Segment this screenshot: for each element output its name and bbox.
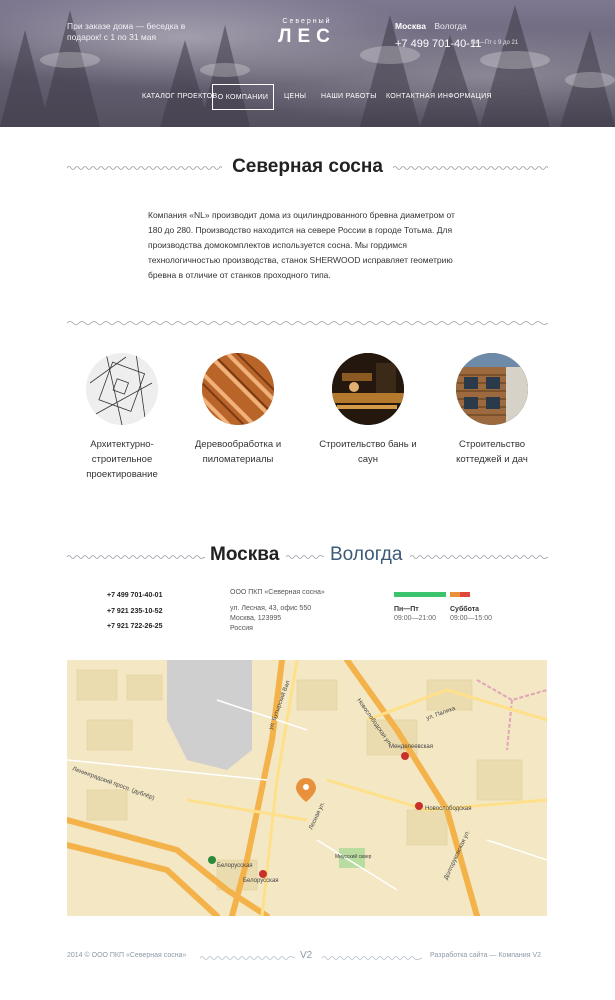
nav-item-prices[interactable]: Цены [284,84,306,110]
service-label: Строительство коттеджей и дач [456,439,528,465]
schedule-bar-mixed [450,592,492,597]
map-canvas[interactable]: Менделеевская Новослободская Белорусская… [67,660,547,916]
schedule-time: 09:00—21:00 [394,615,437,622]
page-title: Северная сосна [232,156,383,177]
service-woodworking[interactable]: Деревообработка и пиломатериалы [183,353,293,467]
header-hours: Пн—Пт с 9 до 21 [471,40,519,46]
main-nav: Каталог проектов О компании Цены Наши ра… [0,84,615,110]
tab-moscow[interactable]: Москва [210,544,279,566]
city-vologda-link[interactable]: Вологда [434,21,466,31]
nav-item-works[interactable]: Наши работы [321,84,377,110]
wavy-divider [393,166,548,170]
nav-item-catalog[interactable]: Каталог проектов [142,84,217,110]
schedule-day: Пн—Пт [394,606,419,613]
logo-top-text: Северный [282,18,332,25]
header-phone[interactable]: +7 499 701-40-11 [395,38,481,50]
office-map[interactable]: Менделеевская Новослободская Белорусская… [67,660,547,916]
phone-link[interactable]: +7 921 722-26-25 [107,619,162,635]
service-cottage[interactable]: Строительство коттеджей и дач [437,353,547,467]
office-phones: +7 499 701-40-01 +7 921 235-10-52 +7 921… [107,588,162,635]
schedule-day: Суббота [450,606,480,613]
tab-vologda[interactable]: Вологда [330,544,402,566]
lumber-image [202,353,274,425]
nav-item-contacts[interactable]: Контактная информация [386,84,492,110]
map-label-mendeleevskaya: Менделеевская [389,744,433,750]
wavy-divider [322,956,422,960]
wavy-divider [67,321,548,325]
wavy-divider [67,555,205,559]
header-banner: При заказе дома — беседка в подарок! с 1… [0,0,615,127]
service-design[interactable]: Архитектурно-строительное проектирование [67,353,177,482]
promo-text: При заказе дома — беседка в подарок! с 1… [67,21,186,42]
schedule-saturday: Суббота 09:00—15:00 [450,592,492,622]
schedule-bar-green [394,592,446,597]
address-line: Россия [230,625,253,632]
blueprint-image [86,353,158,425]
wavy-divider [200,956,295,960]
phone-link[interactable]: +7 499 701-40-01 [107,588,162,604]
map-label-novoslobodskaya: Новослободская [425,806,472,812]
city-moscow-link[interactable]: Москва [395,21,426,31]
wavy-divider [286,555,324,559]
address-line: Москва, 123995 [230,615,282,622]
logo-main-text: ЛЕС [278,26,336,47]
wavy-divider [67,166,222,170]
wavy-divider [410,555,548,559]
logo[interactable]: Северный ЛЕС [272,18,342,48]
about-text: Компания «NL» производит дома из оцилинд… [148,210,455,280]
service-label: Деревообработка и пиломатериалы [194,439,282,465]
schedule-time: 09:00—15:00 [450,615,493,622]
city-switcher: Москва Вологда [395,21,467,31]
map-label-miusskaya: Миусский сквер [335,853,372,860]
schedule-weekdays: Пн—Пт 09:00—21:00 [394,592,446,622]
v2-logo[interactable]: V2 [300,950,312,961]
footer-copyright: 2014 © ООО ПКП «Северная сосна» [67,952,187,959]
footer-dev-link[interactable]: Разработка сайта — Компания V2 [430,952,541,959]
phone-link[interactable]: +7 921 235-10-52 [107,604,162,620]
address-line: ул. Лесная, 43, офис 550 [230,605,312,612]
company-name: ООО ПКП «Северная сосна» [230,589,325,596]
map-label-belorusskaya: Белорусская [217,863,253,869]
service-sauna[interactable]: Строительство бань и саун [313,353,423,467]
service-label: Строительство бань и саун [319,439,417,465]
cottage-image [456,353,528,425]
map-label-belorusskaya-2: Белорусская [243,878,279,884]
office-address: ООО ПКП «Северная сосна» ул. Лесная, 43,… [230,588,325,634]
sauna-image [332,353,404,425]
service-label: Архитектурно-строительное проектирование [86,439,158,480]
nav-item-about[interactable]: О компании [212,84,274,110]
